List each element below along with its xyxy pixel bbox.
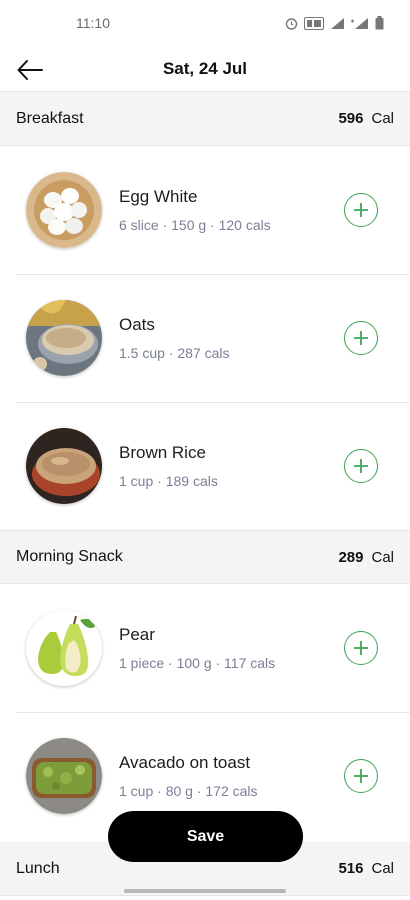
calorie-unit: Cal [371,860,394,877]
food-item-brown-rice[interactable]: Brown Rice 1 cup · 189 cals [0,402,410,530]
add-button[interactable] [344,449,378,483]
avocado-toast-image [26,738,102,814]
status-bar: 11:10 [0,0,410,46]
wifi-signal-icon [351,17,369,30]
food-meta: 1.5 cup · 287 cals [119,345,230,361]
add-button[interactable] [344,631,378,665]
page-title: Sat, 24 Jul [162,58,248,78]
food-meta: 1 piece · 100 g · 117 cals [119,655,276,671]
food-name: Avacado on toast [119,753,251,772]
food-name: Pear [119,625,155,644]
oats-image [26,300,102,376]
calorie-total: 289 [338,548,364,566]
food-info: Pear 1 piece · 100 g · 117 cals [119,625,344,671]
calorie-total: 596 [338,110,364,127]
food-item-oats[interactable]: Oats 1.5 cup · 287 cals [0,274,410,402]
section-calories: 289 Cal [338,549,394,566]
plus-icon [354,769,368,783]
food-info: Brown Rice 1 cup · 189 cals [119,443,344,489]
add-button[interactable] [344,193,378,227]
food-item-pear[interactable]: Pear 1 piece · 100 g · 117 cals [0,584,410,712]
plus-icon [354,641,368,655]
section-title: Morning Snack [16,548,123,565]
add-button[interactable] [344,321,378,355]
food-item-egg-white[interactable]: Egg White 6 slice · 150 g · 120 cals [0,146,410,274]
volte-icon [304,16,324,30]
egg-white-image [26,172,102,248]
section-header-morning-snack: Morning Snack 289 Cal [0,530,410,584]
arrow-left-icon [17,60,43,80]
app-bar: Sat, 24 Jul [0,46,410,92]
food-info: Egg White 6 slice · 150 g · 120 cals [119,187,344,233]
food-info: Oats 1.5 cup · 287 cals [119,315,344,361]
status-icons [285,16,384,30]
calorie-total: 516 [338,860,364,877]
section-calories: 596 Cal [338,110,394,127]
plus-icon [354,203,368,217]
section-title: Breakfast [16,109,84,127]
food-name: Brown Rice [119,443,206,462]
status-time: 11:10 [76,15,110,31]
plus-icon [354,331,368,345]
save-button[interactable]: Save [108,811,303,862]
calorie-unit: Cal [371,110,394,127]
food-meta: 1 cup · 80 g · 172 cals [119,783,258,799]
section-header-breakfast: Breakfast 596 Cal [0,92,410,146]
back-button[interactable] [12,52,48,88]
signal-icon [330,17,345,30]
section-calories: 516 Cal [338,860,394,877]
food-meta: 1 cup · 189 cals [119,473,218,489]
food-name: Oats [119,315,155,334]
pear-image [26,610,102,686]
add-button[interactable] [344,759,378,793]
battery-icon [375,16,384,30]
food-name: Egg White [119,187,198,206]
food-meta: 6 slice · 150 g · 120 cals [119,217,271,233]
plus-icon [354,459,368,473]
alarm-icon [285,17,298,30]
calorie-unit: Cal [371,548,394,566]
food-info: Avacado on toast 1 cup · 80 g · 172 cals [119,753,344,799]
section-title: Lunch [16,859,60,877]
brown-rice-image [26,428,102,504]
home-indicator[interactable] [124,889,286,893]
